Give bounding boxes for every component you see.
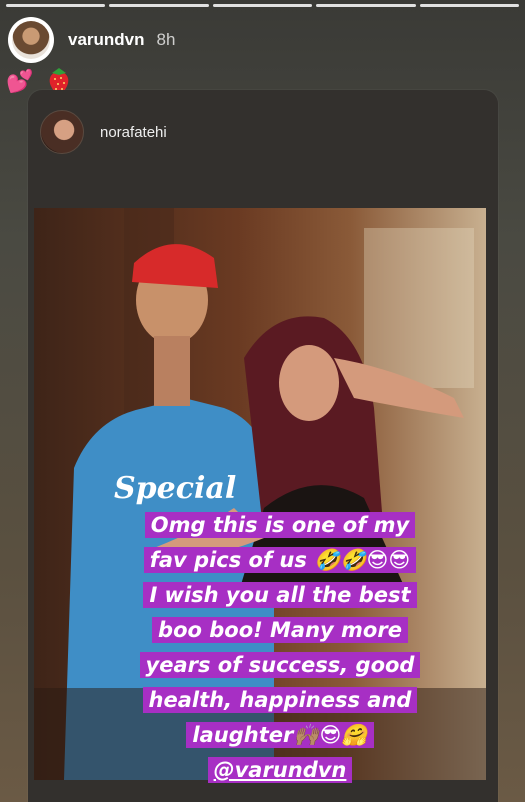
caption-line: boo boo! Many more [152,617,408,643]
mention-link[interactable]: @varundvn [207,757,353,783]
story-time: 8h [156,30,176,49]
progress-segment [6,4,106,7]
story-header: varundvn 8h [8,14,175,66]
progress-segment [316,4,416,7]
caption-line: years of success, good [139,652,421,678]
progress-segment [212,4,313,7]
shared-post-header: norafatehi [40,110,167,154]
story-username[interactable]: varundvn [68,30,145,50]
svg-text:Special: Special [114,471,236,506]
progress-segment [419,4,520,7]
heart-emoji: 💕 [6,69,34,95]
caption-line: laughter🙌🏽😎🤗 [186,722,374,748]
shared-post-username[interactable]: norafatehi [100,124,167,141]
story-caption: Omg this is one of my fav pics of us 🤣🤣😎… [60,508,500,788]
story-progress-bar [6,4,520,7]
progress-segment [109,4,209,7]
avatar[interactable] [40,110,84,154]
caption-line: I wish you all the best [143,582,417,608]
caption-line: health, happiness and [142,687,418,713]
avatar[interactable] [8,17,54,63]
caption-line: fav pics of us 🤣🤣😎😎 [143,547,417,573]
caption-line: Omg this is one of my [144,512,416,538]
